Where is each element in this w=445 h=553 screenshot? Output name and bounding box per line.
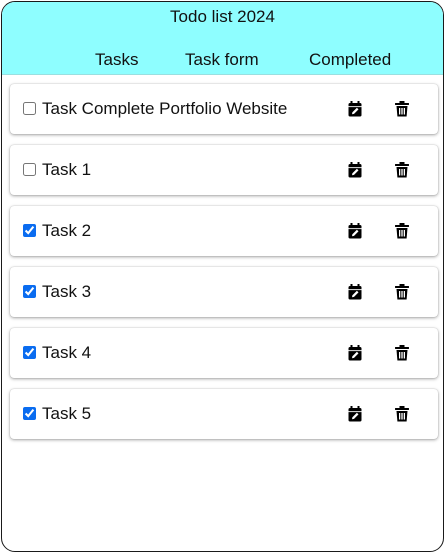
todo-app: Todo list 2024 Tasks Task form Completed… (1, 1, 444, 552)
task-title: Task 5 (42, 404, 92, 423)
task-card: Task Complete Portfolio Website (10, 84, 438, 134)
trash-icon (395, 284, 409, 300)
trash-icon (395, 406, 409, 422)
edit-task-button[interactable] (348, 345, 364, 361)
trash-icon (395, 345, 409, 361)
task-title: Task 4 (42, 343, 92, 362)
task-card: Task 4 (10, 328, 438, 378)
calendar-edit-icon (348, 345, 362, 361)
task-card: Task 3 (10, 267, 438, 317)
calendar-edit-icon (348, 406, 362, 422)
app-title: Todo list 2024 (170, 7, 275, 26)
delete-task-button[interactable] (395, 345, 411, 361)
nav-task-form-link[interactable]: Task form (185, 50, 259, 70)
task-complete-checkbox[interactable] (23, 346, 36, 359)
nav-tasks-link[interactable]: Tasks (95, 50, 138, 70)
delete-task-button[interactable] (395, 284, 411, 300)
task-title: Task Complete Portfolio Website (42, 99, 288, 118)
main-nav: Tasks Task form Completed (2, 38, 443, 78)
calendar-edit-icon (348, 101, 362, 117)
task-complete-checkbox[interactable] (23, 163, 36, 176)
task-complete-checkbox[interactable] (23, 407, 36, 420)
task-list: Task Complete Portfolio Website Task 1 T… (2, 75, 443, 439)
delete-task-button[interactable] (395, 162, 411, 178)
delete-task-button[interactable] (395, 101, 411, 117)
edit-task-button[interactable] (348, 406, 364, 422)
task-card: Task 1 (10, 145, 438, 195)
edit-task-button[interactable] (348, 284, 364, 300)
nav-completed-link[interactable]: Completed (309, 50, 391, 70)
edit-task-button[interactable] (348, 101, 364, 117)
trash-icon (395, 223, 409, 239)
app-header: Todo list 2024 Tasks Task form Completed (2, 2, 443, 75)
delete-task-button[interactable] (395, 223, 411, 239)
edit-task-button[interactable] (348, 223, 364, 239)
trash-icon (395, 162, 409, 178)
task-card: Task 5 (10, 389, 438, 439)
calendar-edit-icon (348, 284, 362, 300)
task-complete-checkbox[interactable] (23, 102, 36, 115)
task-title: Task 1 (42, 160, 92, 179)
calendar-edit-icon (348, 223, 362, 239)
delete-task-button[interactable] (395, 406, 411, 422)
calendar-edit-icon (348, 162, 362, 178)
trash-icon (395, 101, 409, 117)
task-title: Task 2 (42, 221, 92, 240)
edit-task-button[interactable] (348, 162, 364, 178)
task-title: Task 3 (42, 282, 92, 301)
task-complete-checkbox[interactable] (23, 285, 36, 298)
task-card: Task 2 (10, 206, 438, 256)
task-complete-checkbox[interactable] (23, 224, 36, 237)
